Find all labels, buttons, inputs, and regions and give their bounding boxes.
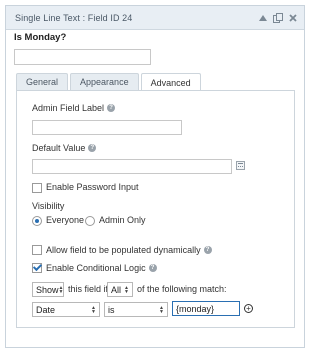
dynamic-population-text: Allow field to be populated dynamically [46,245,201,255]
rule-operator-select[interactable]: is ▲ ▼ [104,302,168,317]
match-select-value: All [111,284,122,295]
rule-field-value: Date [36,304,56,315]
duplicate-icon[interactable] [273,12,283,23]
tab-advanced[interactable]: Advanced [140,73,201,91]
match-select[interactable]: All ▲ ▼ [107,282,133,297]
close-icon[interactable] [288,13,298,23]
visibility-everyone-radio[interactable] [32,216,42,226]
help-icon[interactable]: ? [203,246,212,254]
merge-tag-icon[interactable] [236,161,245,170]
password-label: Enable Password Input [46,182,139,192]
default-value-heading: Default Value ? [32,143,97,153]
dynamic-population-checkbox[interactable] [32,245,42,255]
default-value-input[interactable] [32,159,232,174]
admin-label-input[interactable] [32,120,182,135]
tab-appearance[interactable]: Appearance [70,73,139,90]
settings-tabs: General Appearance Advanced [16,73,203,91]
help-icon[interactable]: ? [148,264,157,272]
select-arrows-icon: ▲ ▼ [58,284,64,295]
conditional-logic-text: Enable Conditional Logic [46,263,146,273]
conditional-logic-heading: Enable Conditional Logic ? [46,263,157,273]
help-icon[interactable]: ? [88,144,97,152]
field-preview-input[interactable] [14,49,151,65]
visibility-everyone-label: Everyone [46,215,85,225]
field-titlebar: Single Line Text : Field ID 24 [6,6,304,30]
admin-label-heading: Admin Field Label ? [32,103,116,113]
default-value-text: Default Value [32,143,86,153]
visibility-admin-label: Admin Only [99,215,146,225]
rule-value-input[interactable]: {monday} [172,301,240,316]
action-select-value: Show [36,284,59,295]
admin-label-text: Admin Field Label [32,103,105,113]
password-checkbox[interactable] [32,183,42,193]
select-arrows-icon: ▲ ▼ [91,304,96,315]
field-label: Is Monday? [14,32,67,43]
add-rule-icon[interactable]: + [244,304,253,313]
rule-field-select[interactable]: Date ▲ ▼ [32,302,100,317]
action-select[interactable]: Show ▲ ▼ [32,282,64,297]
help-icon[interactable]: ? [107,104,116,112]
tab-general[interactable]: General [16,73,69,90]
collapse-up-icon[interactable] [258,13,268,23]
logic-text-following-match: of the following match: [137,284,227,294]
rule-operator-value: is [108,304,115,315]
visibility-admin-radio[interactable] [85,216,95,226]
field-title: Single Line Text : Field ID 24 [15,12,133,23]
titlebar-controls [258,12,298,23]
logic-text-field-if: this field if [68,284,109,294]
conditional-logic-checkbox[interactable] [32,263,42,273]
visibility-label: Visibility [32,201,65,211]
select-arrows-icon: ▲ ▼ [159,304,164,315]
select-arrows-icon: ▲ ▼ [124,284,129,295]
dynamic-population-heading: Allow field to be populated dynamically … [46,245,212,255]
